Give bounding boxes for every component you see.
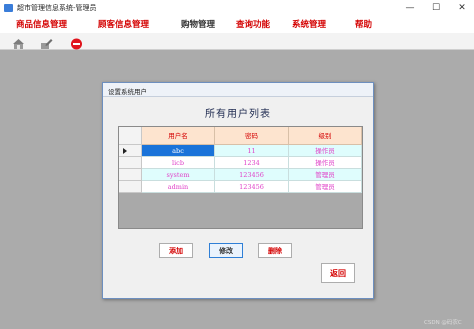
current-row-arrow-icon <box>123 148 127 154</box>
close-button[interactable]: ✕ <box>450 0 474 16</box>
edit-icon[interactable] <box>40 35 53 49</box>
toolbar <box>0 33 474 50</box>
watermark: CSDN @码农C <box>424 320 462 326</box>
menu-bar: 商品信息管理 顾客信息管理 购物管理 查询功能 系统管理 帮助 <box>0 16 474 33</box>
cell-username[interactable]: admin <box>142 181 215 193</box>
dialog-title: 设置系统用户 <box>108 88 147 96</box>
menu-system[interactable]: 系统管理 <box>292 18 326 30</box>
add-button[interactable]: 添加 <box>159 243 193 258</box>
house-icon[interactable] <box>12 35 25 49</box>
menu-shopping[interactable]: 购物管理 <box>181 18 215 30</box>
table-row[interactable]: admin 123456 管理员 <box>119 181 362 193</box>
row-selector[interactable] <box>119 169 142 181</box>
app-icon <box>4 4 13 12</box>
table-row[interactable]: licb 1234 操作员 <box>119 157 362 169</box>
window-title: 超市管理信息系统-管理员 <box>17 4 97 12</box>
cell-password[interactable]: 1234 <box>215 157 289 169</box>
row-selector[interactable] <box>119 181 142 193</box>
user-list-heading: 所有用户列表 <box>205 109 271 120</box>
stop-icon[interactable] <box>70 35 83 50</box>
cell-level[interactable]: 操作员 <box>289 157 362 169</box>
table-row[interactable]: system 123456 管理员 <box>119 169 362 181</box>
grid-corner <box>119 127 142 145</box>
cell-password[interactable]: 123456 <box>215 181 289 193</box>
cell-level[interactable]: 操作员 <box>289 145 362 157</box>
menu-query[interactable]: 查询功能 <box>236 18 270 30</box>
minimize-button[interactable]: — <box>398 0 422 16</box>
cell-level[interactable]: 管理员 <box>289 169 362 181</box>
user-grid[interactable]: 用户名 密码 级别 abc 11 操作员 licb 1234 操作员 syste… <box>118 126 363 229</box>
column-header-username[interactable]: 用户名 <box>142 127 215 145</box>
row-selector[interactable] <box>119 145 142 157</box>
maximize-button[interactable]: ☐ <box>424 0 448 16</box>
cell-password[interactable]: 123456 <box>215 169 289 181</box>
menu-help[interactable]: 帮助 <box>355 18 372 30</box>
grid-header: 用户名 密码 级别 <box>119 127 362 145</box>
cell-username[interactable]: abc <box>142 145 215 157</box>
back-button[interactable]: 返回 <box>321 263 355 283</box>
set-system-user-dialog: 设置系统用户 所有用户列表 用户名 密码 级别 abc 11 操作员 licb … <box>102 82 374 299</box>
cell-username[interactable]: licb <box>142 157 215 169</box>
column-header-password[interactable]: 密码 <box>215 127 289 145</box>
row-selector[interactable] <box>119 157 142 169</box>
window-titlebar: 超市管理信息系统-管理员 — ☐ ✕ <box>0 0 474 16</box>
column-header-level[interactable]: 级别 <box>289 127 362 145</box>
cell-password[interactable]: 11 <box>215 145 289 157</box>
menu-customer-info[interactable]: 顾客信息管理 <box>98 18 149 30</box>
dialog-titlebar: 设置系统用户 <box>103 83 373 97</box>
edit-button[interactable]: 修改 <box>209 243 243 258</box>
table-row[interactable]: abc 11 操作员 <box>119 145 362 157</box>
cell-username[interactable]: system <box>142 169 215 181</box>
cell-level[interactable]: 管理员 <box>289 181 362 193</box>
menu-product-info[interactable]: 商品信息管理 <box>16 18 67 30</box>
delete-button[interactable]: 删除 <box>258 243 292 258</box>
